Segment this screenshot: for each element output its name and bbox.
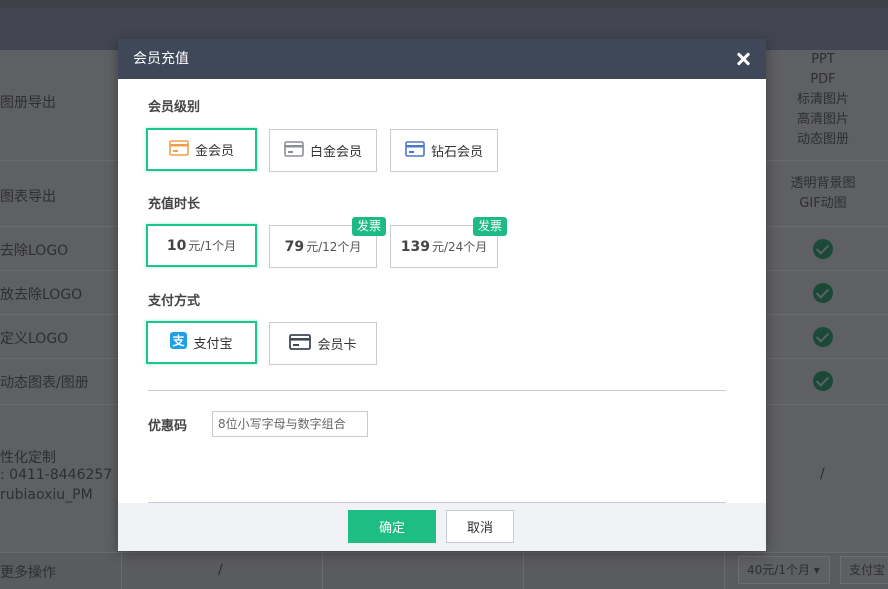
duration-unit: 元/1个月 [188,239,237,253]
coupon-label: 优惠码 [148,419,188,434]
level-option-diamond[interactable]: 钻石会员 [390,129,498,172]
duration-label: 充值时长 [148,197,201,212]
bg-format: GIF动图 [799,196,847,211]
bg-feature-label: 性化定制 [0,450,56,466]
confirm-button[interactable]: 确定 [348,510,436,543]
bg-payment-select: 支付宝 [840,556,888,584]
coupon-input[interactable] [212,411,368,437]
bg-feature-label: 图册导出 [0,95,56,111]
bg-column-divider [322,552,323,589]
duration-price: 79 [284,238,305,255]
duration-option-1-month[interactable]: 10 元/1个月 [146,224,257,267]
modal-title: 会员充值 [133,51,189,67]
bg-feature-label: 放去除LOGO [0,287,83,303]
level-option-label: 金会员 [194,144,234,159]
invoice-badge: 发票 [472,217,507,236]
bg-more-actions: 更多操作 [0,565,56,581]
level-option-platinum[interactable]: 白金会员 [269,129,377,172]
alipay-icon: 支 [170,332,188,353]
bg-slash: / [820,466,825,482]
payment-option-label: 支付宝 [193,337,233,352]
bg-feature-label: 定义LOGO [0,331,69,347]
cancel-button[interactable]: 取消 [446,510,514,543]
bg-format: 高清图片 [796,112,849,127]
payment-option-label: 会员卡 [317,338,357,353]
recharge-modal: 会员充值 会员级别 金会员 白金会员 钻石会员 充值时长 10 元/1个月 79… [118,39,766,551]
check-icon [813,283,833,303]
diamond-card-icon [405,140,425,161]
check-icon [813,327,833,347]
duration-option-24-months[interactable]: 139 元/24个月 发票 [390,217,507,268]
bg-slash: / [218,562,223,578]
duration-unit: 元/12个月 [306,240,362,254]
svg-text:支: 支 [172,333,186,348]
bg-column-divider [724,552,725,589]
bg-format: PPT [811,52,835,67]
gold-card-icon [169,139,189,160]
bg-format: PDF [810,72,836,87]
payment-option-member-card[interactable]: 会员卡 [269,322,377,365]
bg-column-divider [121,552,122,589]
member-card-icon [289,333,312,354]
modal-header: 会员充值 [118,39,766,79]
payment-option-alipay[interactable]: 支 支付宝 [146,321,257,364]
level-option-label: 白金会员 [309,145,362,160]
bg-feature-label: 动态图表/图册 [0,375,89,391]
bg-format: 动态图册 [796,132,849,147]
bg-feature-label: 去除LOGO [0,243,69,259]
modal-footer: 确定 取消 [118,503,766,551]
invoice-badge: 发票 [351,217,386,236]
close-icon[interactable] [734,50,752,68]
bg-export-formats: PPT PDF 标清图片 高清图片 动态图册 [758,50,888,150]
check-icon [813,371,833,391]
bg-format: 透明背景图 [790,176,856,191]
bg-format: 标清图片 [796,92,849,107]
duration-price: 10 [166,237,187,254]
bg-feature-label: 图表导出 [0,189,56,205]
bg-column-divider [523,552,524,589]
duration-price: 139 [400,238,430,255]
bg-chart-formats: 透明背景图 GIF动图 [758,174,888,214]
bg-contact-label: rubiaoxiu_PM [0,487,93,503]
level-option-gold[interactable]: 金会员 [146,128,257,171]
bg-price-select: 40元/1个月 ▾ [738,556,830,584]
bg-phone-label: : 0411-8446257 [0,467,113,483]
duration-unit: 元/24个月 [431,240,488,254]
platinum-card-icon [284,140,304,161]
level-label: 会员级别 [148,100,201,115]
duration-option-12-months[interactable]: 79 元/12个月 发票 [269,217,386,268]
payment-label: 支付方式 [148,294,201,309]
check-icon [813,239,833,259]
section-divider [148,390,726,391]
level-option-label: 钻石会员 [430,145,483,160]
